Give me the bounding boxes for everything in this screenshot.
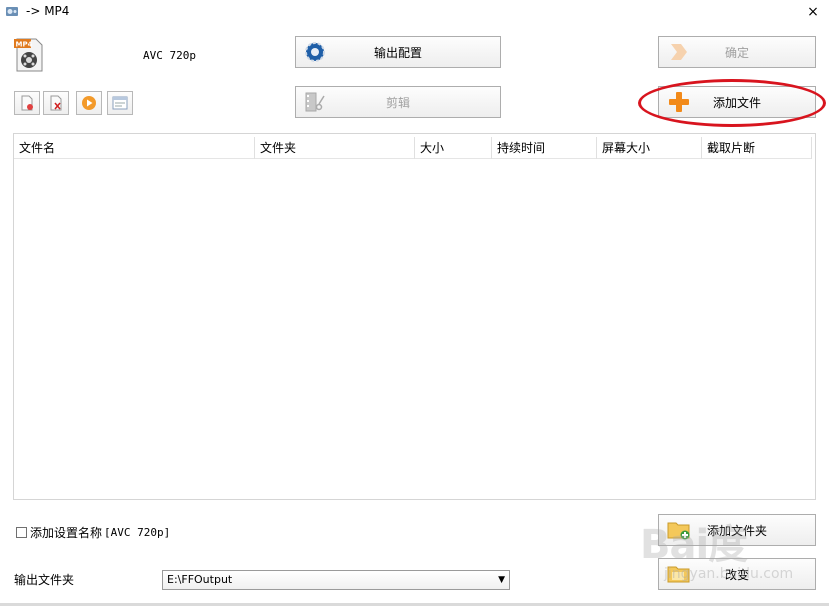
output-config-button[interactable]: 输出配置 xyxy=(295,36,501,68)
title-bar: -> MP4 × xyxy=(0,0,829,24)
arrow-right-icon xyxy=(671,44,687,60)
app-icon xyxy=(6,7,18,16)
dropdown-arrow-icon: ▼ xyxy=(498,575,505,585)
output-config-label: 输出配置 xyxy=(373,45,422,60)
ok-label: 确定 xyxy=(724,45,749,60)
format-label: AVC 720p xyxy=(143,49,196,62)
output-folder-label: 输出文件夹 xyxy=(14,573,75,587)
plus-icon xyxy=(669,92,689,112)
mp4-badge-text: MP4 xyxy=(16,41,33,49)
column-header-screen-size[interactable]: 屏幕大小 xyxy=(597,137,702,159)
change-label: 改变 xyxy=(724,567,749,582)
edit-button[interactable]: 剪辑 xyxy=(295,86,501,118)
add-setting-name-row[interactable]: 添加设置名称 [AVC 720p] xyxy=(16,524,170,541)
folder-add-icon xyxy=(667,522,690,540)
film-scissors-icon xyxy=(305,92,325,112)
add-setting-name-value: [AVC 720p] xyxy=(104,526,171,539)
media-info-button[interactable] xyxy=(107,91,133,115)
column-header-filename[interactable]: 文件名 xyxy=(14,137,255,159)
column-header-folder[interactable]: 文件夹 xyxy=(255,137,415,159)
add-folder-label: 添加文件夹 xyxy=(706,523,767,538)
clear-list-button[interactable] xyxy=(43,91,69,115)
add-setting-name-label: 添加设置名称 xyxy=(30,526,103,540)
add-file-button[interactable]: 添加文件 xyxy=(658,86,816,118)
add-setting-name-checkbox[interactable] xyxy=(16,527,27,538)
ok-button[interactable]: 确定 xyxy=(658,36,816,68)
file-list-table[interactable]: 文件名 文件夹 大小 持续时间 屏幕大小 截取片断 xyxy=(13,133,816,500)
remove-file-button[interactable] xyxy=(14,91,40,115)
gear-icon xyxy=(305,42,325,62)
column-header-duration[interactable]: 持续时间 xyxy=(492,137,597,159)
add-folder-button[interactable]: 添加文件夹 xyxy=(658,514,816,546)
output-folder-value: E:\FFOutput xyxy=(167,573,233,586)
add-file-label: 添加文件 xyxy=(712,95,761,110)
play-button[interactable] xyxy=(76,91,102,115)
column-header-size[interactable]: 大小 xyxy=(415,137,492,159)
media-info-icon xyxy=(112,96,128,110)
table-header: 文件名 文件夹 大小 持续时间 屏幕大小 截取片断 xyxy=(14,137,812,159)
output-folder-select[interactable]: E:\FFOutput ▼ xyxy=(162,570,510,590)
change-button[interactable]: 改变 xyxy=(658,558,816,590)
close-button[interactable]: × xyxy=(803,2,823,22)
window-title: -> MP4 xyxy=(26,4,70,18)
clear-list-icon xyxy=(50,95,62,111)
edit-label: 剪辑 xyxy=(385,95,410,110)
column-header-clip[interactable]: 截取片断 xyxy=(702,137,812,159)
play-icon xyxy=(82,96,96,110)
mp4-file-icon: MP4 xyxy=(14,38,43,72)
folder-icon xyxy=(667,566,690,583)
remove-file-icon xyxy=(21,95,33,111)
